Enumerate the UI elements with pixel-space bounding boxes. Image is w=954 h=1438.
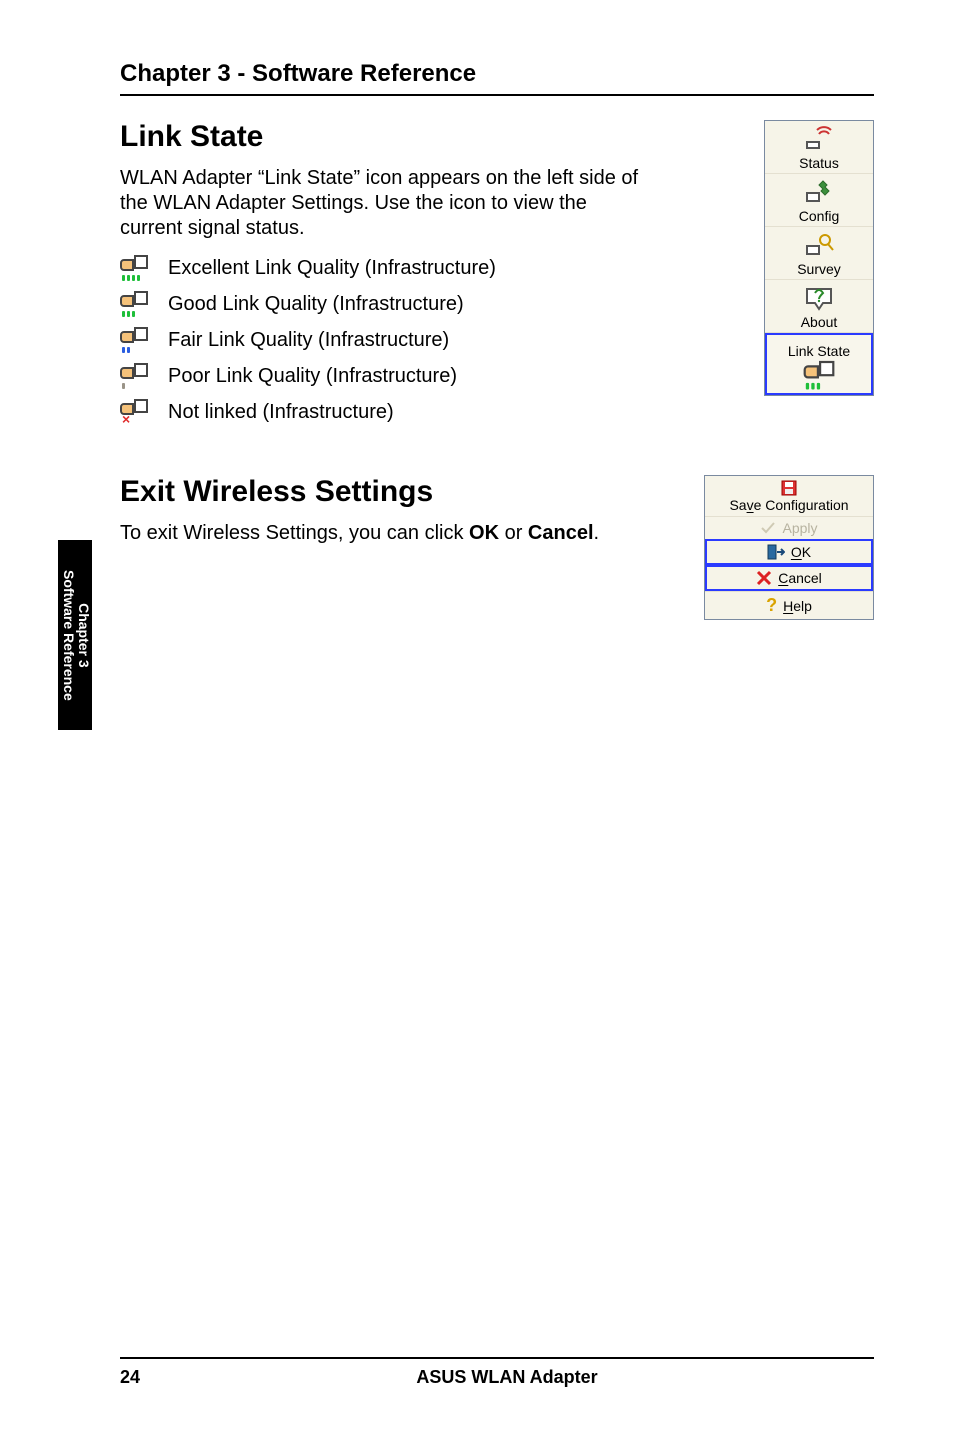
check-icon (760, 521, 776, 535)
side-chapter-tab-text: Chapter 3 Software Reference (60, 570, 91, 701)
sidebar-item-status[interactable]: Status (765, 121, 873, 174)
sidebar-item-label: Config (799, 208, 839, 224)
sidebar-item-label: Link State (788, 343, 850, 359)
cancel-button[interactable]: Cancel (705, 565, 873, 591)
exit-text-pre: To exit Wireless Settings, you can click (120, 522, 469, 544)
sidebar-item-label: About (801, 314, 838, 330)
quality-label: Good Link Quality (Infrastructure) (168, 293, 464, 316)
help-label: Help (783, 598, 812, 614)
exit-cancel-word: Cancel (528, 522, 594, 544)
save-icon (780, 479, 798, 497)
sidebar-item-label: Status (799, 155, 839, 171)
side-chapter-tab: Chapter 3 Software Reference (58, 540, 92, 730)
cancel-label: Cancel (778, 570, 822, 586)
sidebar-item-config[interactable]: Config (765, 174, 873, 227)
quality-row-excellent: Excellent Link Quality (Infrastructure) (120, 255, 650, 281)
exit-title: Exit Wireless Settings (120, 475, 599, 509)
quality-list: Excellent Link Quality (Infrastructure) … (120, 255, 650, 425)
door-exit-icon (767, 544, 785, 560)
side-tab-line2: Software Reference (60, 570, 76, 701)
footer-title: ASUS WLAN Adapter (416, 1367, 597, 1388)
sidebar-item-survey[interactable]: Survey (765, 227, 873, 280)
save-configuration-button[interactable]: Save Configuration (705, 476, 873, 516)
link-state-intro: WLAN Adapter “Link State” icon appears o… (120, 166, 650, 241)
quality-label: Fair Link Quality (Infrastructure) (168, 329, 449, 352)
about-icon (801, 284, 837, 312)
wlan-poor-icon (120, 363, 150, 389)
status-icon (801, 125, 837, 153)
linkstate-icon (801, 359, 837, 387)
wlan-good-icon (120, 291, 150, 317)
quality-label: Excellent Link Quality (Infrastructure) (168, 257, 496, 280)
footer-page-number: 24 (120, 1367, 140, 1388)
link-state-title: Link State (120, 120, 650, 154)
sidebar-item-about[interactable]: About (765, 280, 873, 333)
exit-text: To exit Wireless Settings, you can click… (120, 521, 599, 546)
ok-label: OK (791, 544, 811, 560)
side-tab-line1: Chapter 3 (75, 603, 91, 668)
quality-label: Poor Link Quality (Infrastructure) (168, 365, 457, 388)
config-icon (801, 178, 837, 206)
sidebar-panel: Status Config Survey (764, 120, 874, 396)
ok-button[interactable]: OK (705, 539, 873, 565)
sidebar-item-label: Survey (797, 261, 841, 277)
quality-row-good: Good Link Quality (Infrastructure) (120, 291, 650, 317)
sidebar-item-linkstate[interactable]: Link State (765, 333, 873, 395)
footer: 24 ASUS WLAN Adapter (0, 1357, 954, 1388)
chapter-heading-row: Chapter 3 - Software Reference (120, 60, 874, 96)
apply-button: Apply (705, 516, 873, 539)
wlan-fair-icon (120, 327, 150, 353)
exit-panel: Save Configuration Apply OK Cancel ? Hel… (704, 475, 874, 620)
help-button[interactable]: ? Help (705, 591, 873, 619)
wlan-excellent-icon (120, 255, 150, 281)
quality-row-poor: Poor Link Quality (Infrastructure) (120, 363, 650, 389)
chapter-heading: Chapter 3 - Software Reference (120, 60, 874, 88)
exit-ok-word: OK (469, 522, 499, 544)
quality-row-notlinked: × Not linked (Infrastructure) (120, 399, 650, 425)
wlan-notlinked-icon: × (120, 399, 150, 425)
exit-dot: . (594, 522, 600, 544)
quality-row-fair: Fair Link Quality (Infrastructure) (120, 327, 650, 353)
exit-or: or (499, 522, 528, 544)
question-icon: ? (766, 595, 777, 616)
quality-label: Not linked (Infrastructure) (168, 401, 394, 424)
save-label: Save Configuration (729, 497, 848, 513)
apply-label: Apply (782, 520, 817, 536)
x-icon (756, 570, 772, 586)
survey-icon (801, 231, 837, 259)
